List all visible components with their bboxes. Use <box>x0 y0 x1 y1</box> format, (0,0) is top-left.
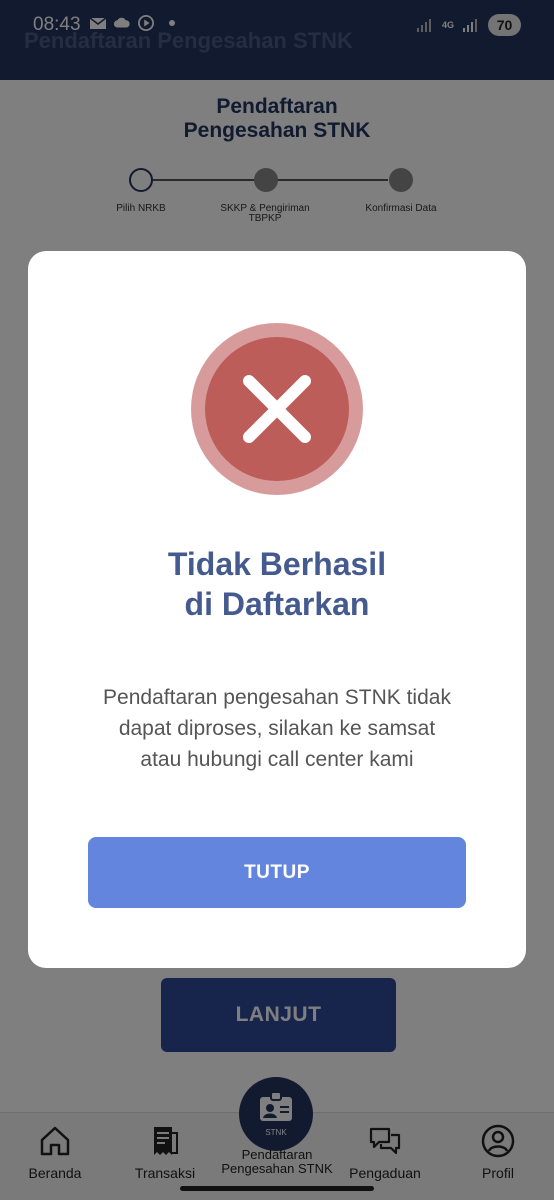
dialog-title-line1: Tidak Berhasil <box>167 546 387 582</box>
dialog-title: Tidak Berhasil di Daftarkan <box>28 544 526 624</box>
error-dialog: Tidak Berhasil di Daftarkan Pendaftaran … <box>28 251 526 968</box>
error-badge-inner <box>205 337 349 481</box>
close-button[interactable]: TUTUP <box>88 837 466 908</box>
dialog-title-line2: di Daftarkan <box>184 586 370 622</box>
close-x-icon <box>243 375 311 443</box>
error-badge <box>191 323 363 495</box>
dialog-message: Pendaftaran pengesahan STNK tidak dapat … <box>103 686 451 771</box>
